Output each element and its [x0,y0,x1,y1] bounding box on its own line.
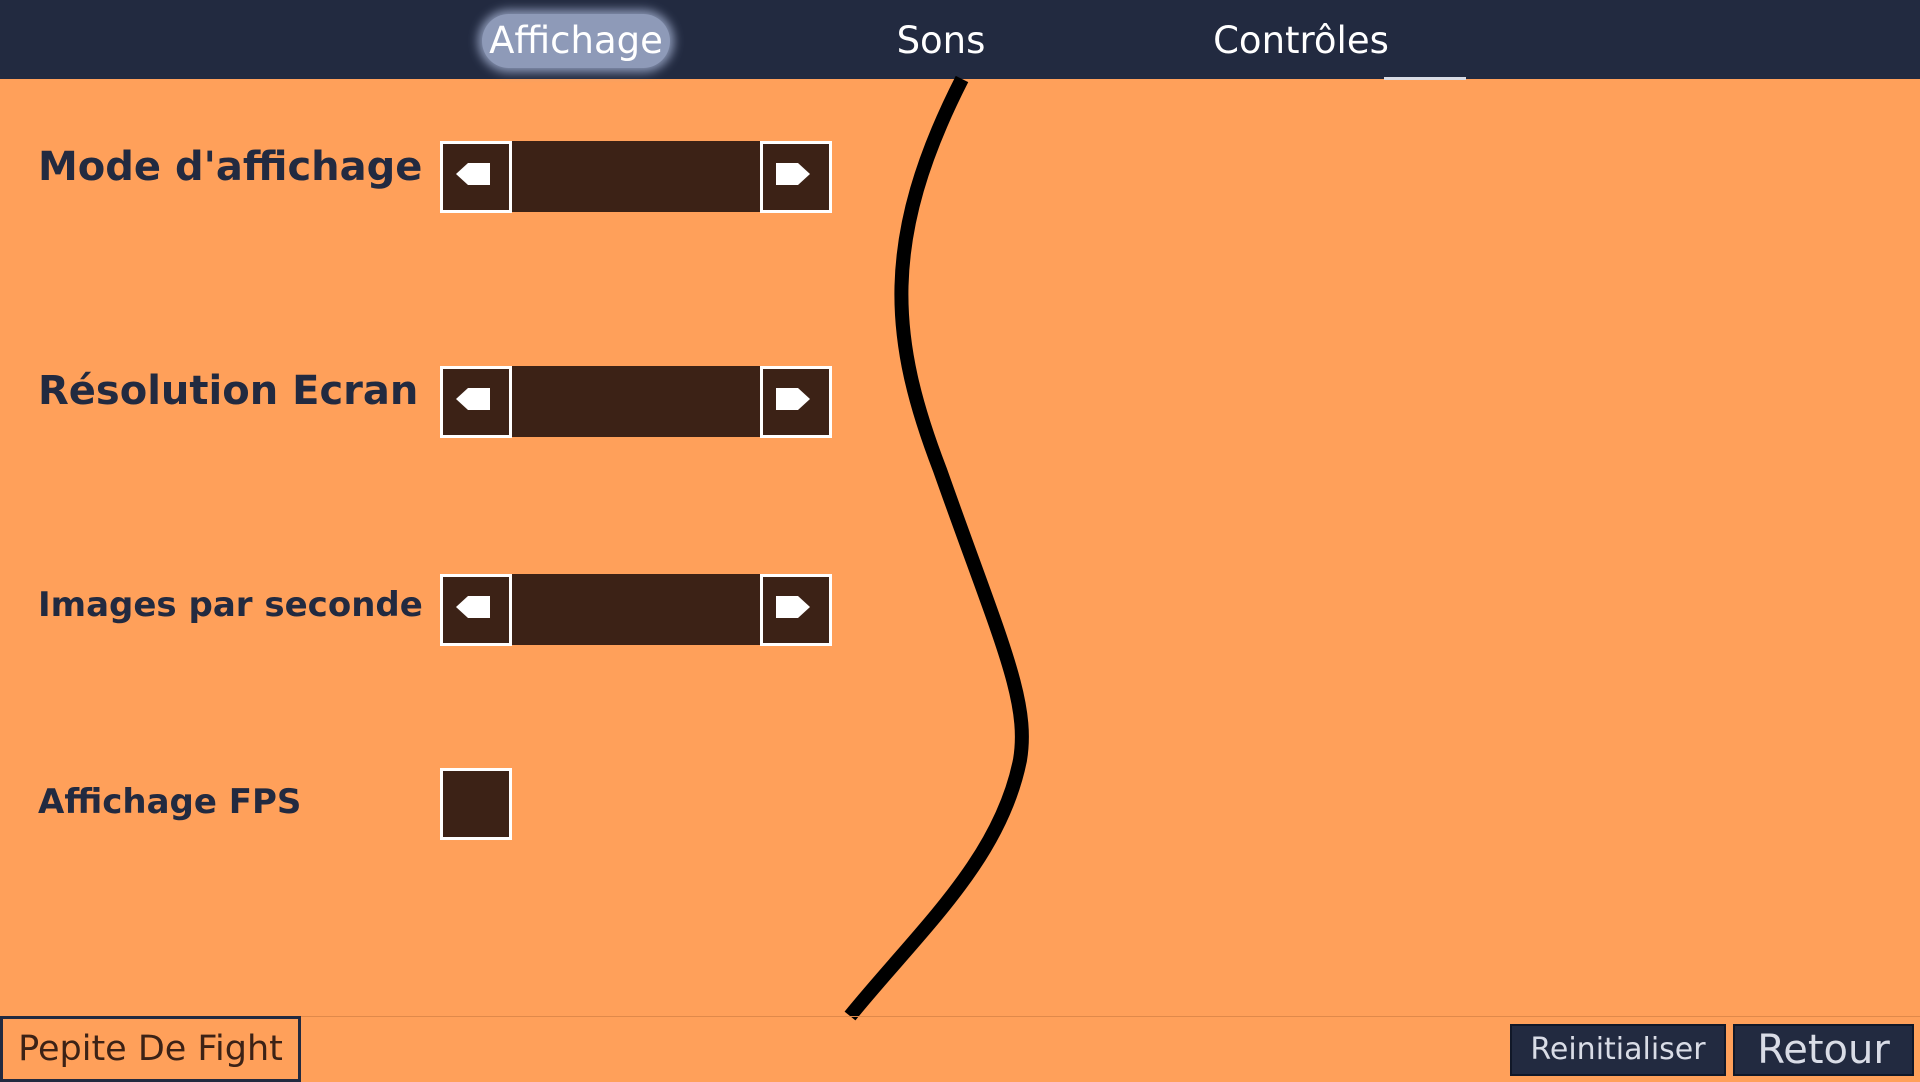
fps-display-label: Affichage FPS [38,782,302,822]
reset-button[interactable]: Reinitialiser [1510,1024,1726,1076]
display-mode-next-button[interactable] [760,141,832,213]
fps-display-checkbox[interactable] [440,768,512,840]
game-title-logo: Pepite De Fight [0,1016,301,1082]
arrow-right-icon [776,596,810,618]
arrow-left-icon [456,163,490,185]
screen-resolution-selector [440,366,832,438]
frame-rate-selector [440,574,832,646]
screen-resolution-label: Résolution Ecran [38,368,419,414]
frame-rate-next-button[interactable] [760,574,832,646]
arrow-right-icon [776,388,810,410]
display-mode-value [512,141,760,212]
frame-rate-prev-button[interactable] [440,574,512,646]
frame-rate-value [512,574,760,645]
arrow-left-icon [456,596,490,618]
display-mode-label: Mode d'affichage [38,144,423,190]
screen-resolution-next-button[interactable] [760,366,832,438]
back-button[interactable]: Retour [1733,1024,1914,1076]
arrow-left-icon [456,388,490,410]
frame-rate-label: Images par seconde [38,585,423,625]
screen-resolution-value [512,366,760,437]
arrow-right-icon [776,163,810,185]
display-mode-selector [440,141,832,213]
display-mode-prev-button[interactable] [440,141,512,213]
screen-resolution-prev-button[interactable] [440,366,512,438]
